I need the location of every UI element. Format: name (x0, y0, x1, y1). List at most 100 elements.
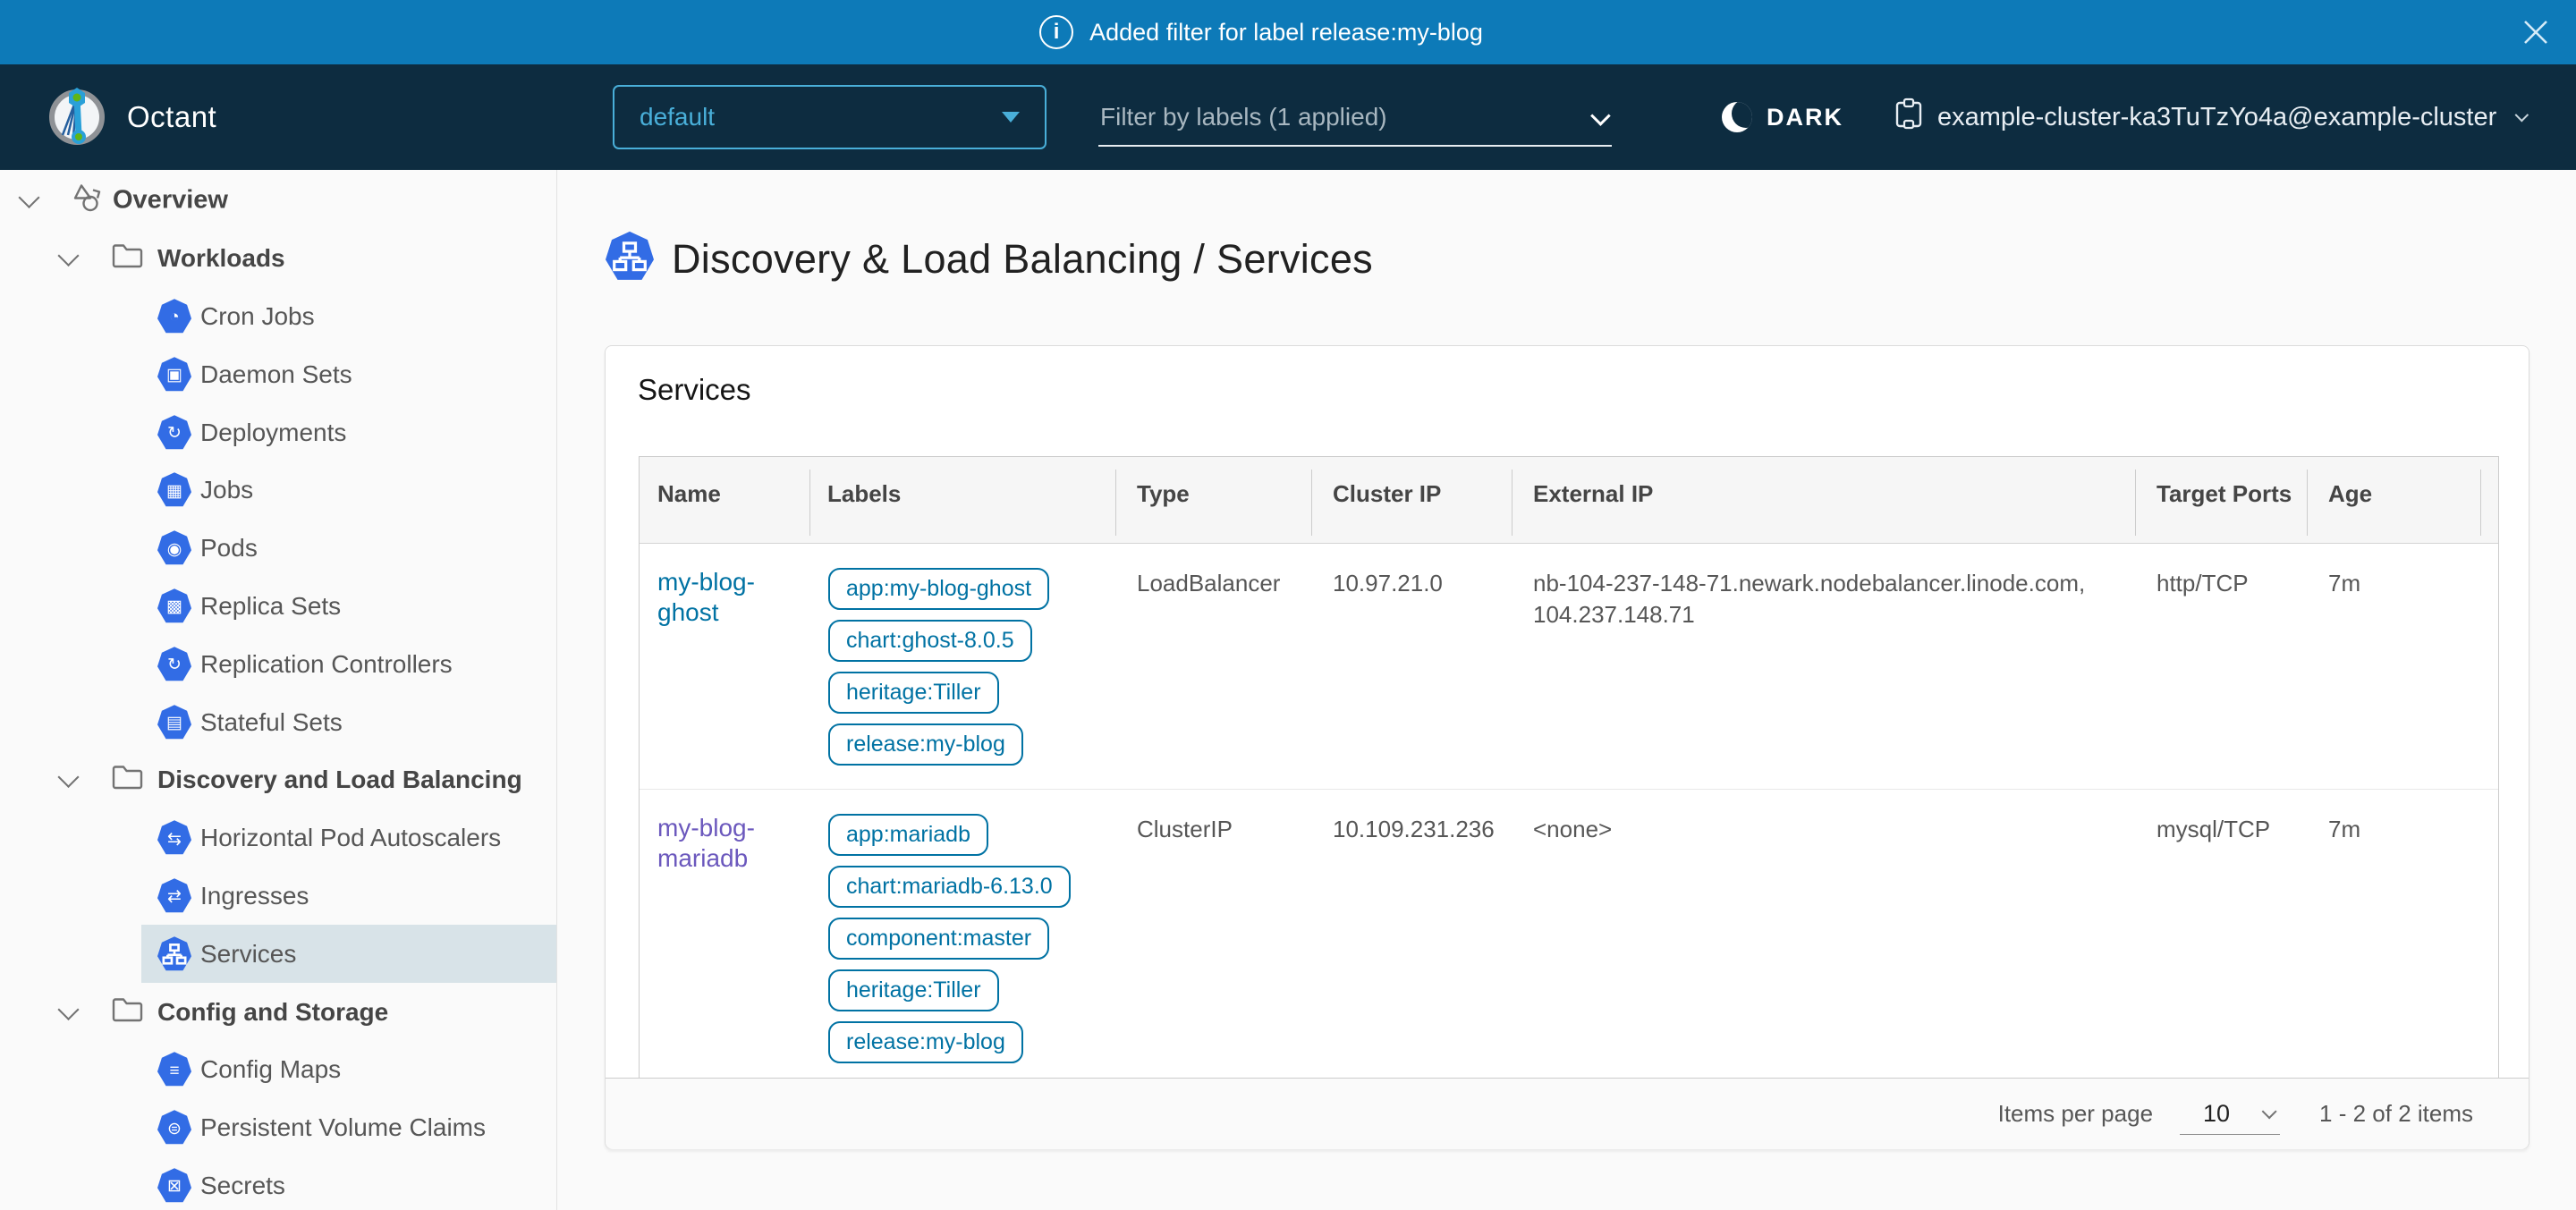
secrets-icon: ⊠ (157, 1168, 191, 1204)
chevron-down-icon (2262, 1104, 2277, 1119)
sidebar-item-persistent-volume-claims[interactable]: ⊜ Persistent Volume Claims (0, 1099, 556, 1157)
sidebar-item-secrets[interactable]: ⊠ Secrets (0, 1157, 556, 1210)
label-filter-dropdown[interactable]: Filter by labels (1 applied) (1098, 95, 1612, 147)
namespace-value: default (640, 103, 715, 131)
sidebar-item-label: Replica Sets (200, 592, 341, 621)
sidebar-item-stateful-sets[interactable]: ▤ Stateful Sets (0, 693, 556, 751)
theme-toggle-label: DARK (1767, 104, 1843, 131)
external-ip-cell: <none> (1512, 790, 2135, 1087)
app-title: Octant (127, 100, 216, 134)
sidebar-item-label: Deployments (200, 419, 346, 447)
page-title-row: Discovery & Load Balancing / Services (606, 231, 1373, 287)
sidebar-item-discovery-and-load-balancing[interactable]: Discovery and Load Balancing (0, 751, 556, 809)
brand: Octant (47, 64, 216, 170)
context-selector[interactable]: example-cluster-ka3TuTzYo4a@example-clus… (1894, 64, 2524, 170)
stateful-sets-icon-glyph: ▤ (157, 706, 191, 741)
service-link[interactable]: my-blog-ghost (657, 568, 755, 626)
page-title: Discovery & Load Balancing / Services (672, 236, 1373, 283)
sidebar-item-jobs[interactable]: ▦Jobs (0, 461, 556, 520)
replication-controllers-icon: ↻ (157, 647, 191, 682)
label-badge: release:my-blog (828, 723, 1023, 766)
table-row: my-blog-mariadb app:mariadbchart:mariadb-… (640, 789, 2498, 1087)
column-header-type: Type (1115, 457, 1311, 543)
expander-chevron-icon[interactable] (57, 245, 79, 267)
folder-icon (112, 765, 143, 795)
pagination-bar: Items per page 10 1 - 2 of 2 items (606, 1078, 2529, 1149)
sidebar-item-daemon-sets[interactable]: ▣ Daemon Sets (0, 345, 556, 403)
cron-jobs-icon-glyph: ◔ (157, 300, 191, 335)
sidebar-item-label: Config and Storage (157, 998, 388, 1027)
sidebar-item-services[interactable]: Services (0, 925, 556, 983)
banner-content: i Added filter for label release:my-blog (1039, 15, 1483, 49)
replica-sets-icon: ▩ (157, 588, 191, 624)
sidebar-item-label: Services (200, 940, 296, 969)
sidebar-item-label: Config Maps (200, 1055, 341, 1084)
cron-jobs-icon: ◔ (157, 299, 191, 334)
cluster-ip-cell: 10.97.21.0 (1311, 544, 1512, 789)
sidebar-item-label: Horizontal Pod Autoscalers (200, 824, 501, 852)
sidebar-item-label: Daemon Sets (200, 360, 352, 389)
sidebar-item-config-and-storage[interactable]: Config and Storage (0, 983, 556, 1041)
sidebar-item-horizontal-pod-autoscalers[interactable]: ⇆Horizontal Pod Autoscalers (0, 809, 556, 867)
items-per-page-select[interactable]: 10 (2180, 1094, 2280, 1135)
pagination-range: 1 - 2 of 2 items (2319, 1100, 2473, 1128)
secrets-icon-glyph: ⊠ (157, 1169, 191, 1205)
ingresses-icon: ⇄ (157, 878, 191, 914)
sidebar-item-ingresses[interactable]: ⇄ Ingresses (0, 867, 556, 926)
banner-close-button[interactable] (2519, 15, 2553, 49)
sidebar-item-replication-controllers[interactable]: ↻Replication Controllers (0, 635, 556, 693)
age-cell: 7m (2307, 544, 2480, 789)
sidebar-item-label: Ingresses (200, 882, 309, 910)
label-badge: heritage:Tiller (828, 969, 999, 1011)
daemon-sets-icon-glyph: ▣ (157, 358, 191, 393)
octant-logo-icon (47, 85, 107, 150)
spacer-cell (2480, 544, 2518, 789)
services-card: Services NameLabelsTypeCluster IPExterna… (605, 345, 2529, 1149)
sidebar-item-deployments[interactable]: ↻ Deployments (0, 403, 556, 461)
sidebar-item-workloads[interactable]: Workloads (0, 230, 556, 288)
sidebar-item-pods[interactable]: ◉Pods (0, 520, 556, 578)
objects-icon (70, 182, 104, 220)
services-icon (157, 936, 191, 972)
table-row: my-blog-ghostapp:my-blog-ghostchart:ghos… (640, 544, 2498, 789)
labels-cell: app:mariadbchart:mariadb-6.13.0component… (809, 790, 1115, 1087)
deployments-icon-glyph: ↻ (157, 416, 191, 452)
octant-app: i Added filter for label release:my-blog (0, 0, 2576, 1210)
sidebar-item-label: Pods (200, 534, 258, 563)
sidebar-item-overview[interactable]: Overview (0, 172, 556, 230)
sidebar-item-label: Jobs (200, 476, 253, 504)
replica-sets-icon-glyph: ▩ (157, 589, 191, 625)
services-table: NameLabelsTypeCluster IPExternal IPTarge… (639, 456, 2499, 1087)
sidebar-item-label: Workloads (157, 244, 285, 273)
persistent-volume-claims-icon-glyph: ⊜ (157, 1111, 191, 1147)
service-link[interactable]: my-blog-mariadb (657, 814, 755, 872)
cluster-ip-cell: 10.109.231.236 (1311, 790, 1512, 1087)
sidebar-item-label: Persistent Volume Claims (200, 1113, 486, 1142)
type-cell: LoadBalancer (1115, 544, 1311, 789)
sidebar-item-label: Overview (113, 186, 228, 216)
expander-chevron-icon[interactable] (57, 766, 79, 788)
label-badge: chart:mariadb-6.13.0 (828, 866, 1071, 908)
sidebar-item-label: Secrets (200, 1172, 285, 1200)
label-filter-text: Filter by labels (1 applied) (1100, 103, 1387, 131)
age-cell: 7m (2307, 790, 2480, 1087)
card-title: Services (638, 373, 751, 407)
table-body: my-blog-ghostapp:my-blog-ghostchart:ghos… (640, 544, 2498, 1087)
column-header-age: Age (2307, 457, 2480, 543)
sidebar-item-config-maps[interactable]: ≡Config Maps (0, 1041, 556, 1099)
items-per-page-label: Items per page (1998, 1100, 2153, 1128)
external-ip-cell: nb-104-237-148-71.newark.nodebalancer.li… (1512, 544, 2135, 789)
expander-chevron-icon[interactable] (18, 187, 39, 208)
sidebar-item-replica-sets[interactable]: ▩ Replica Sets (0, 578, 556, 636)
replication-controllers-icon-glyph: ↻ (157, 647, 191, 683)
sidebar-item-label: Stateful Sets (200, 708, 343, 737)
theme-toggle-button[interactable]: DARK (1722, 64, 1843, 170)
banner-message: Added filter for label release:my-blog (1089, 19, 1483, 47)
sidebar-item-cron-jobs[interactable]: ◔Cron Jobs (0, 288, 556, 346)
target-ports-cell: mysql/TCP (2135, 790, 2307, 1087)
label-badge: component:master (828, 918, 1049, 960)
expander-chevron-icon[interactable] (57, 998, 79, 1020)
name-cell: my-blog-mariadb (640, 790, 809, 1087)
namespace-selector[interactable]: default (613, 85, 1046, 149)
name-cell: my-blog-ghost (640, 544, 809, 789)
